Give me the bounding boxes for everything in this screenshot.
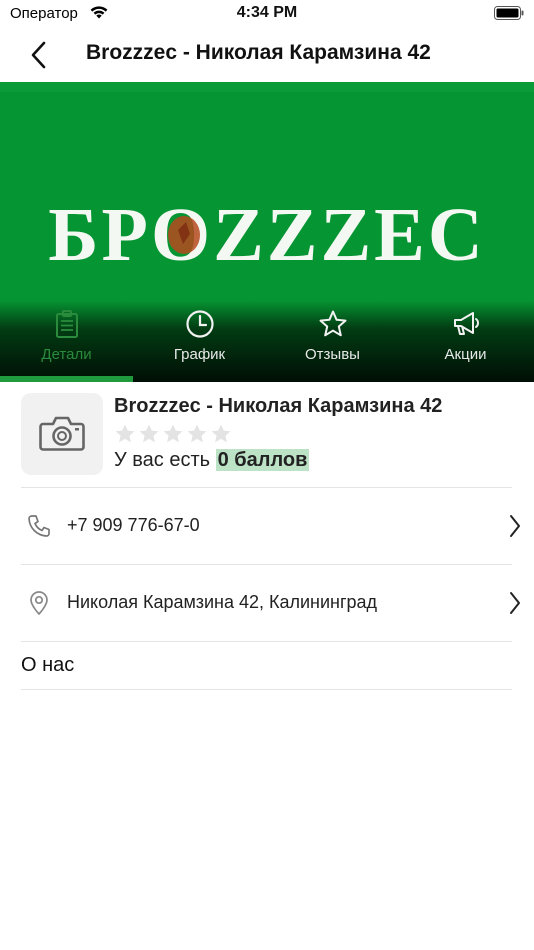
chevron-right-icon (510, 592, 520, 614)
divider (21, 641, 512, 642)
phone-row[interactable]: +7 909 776-67-0 (0, 488, 534, 564)
status-time: 4:34 PM (236, 4, 298, 21)
address-row[interactable]: Николая Карамзина 42, Калининград (0, 565, 534, 641)
list-icon (55, 310, 78, 338)
brand-logo-text: БРOZZZEC (48, 193, 485, 277)
navigation-bar: Brozzzec - Николая Карамзина 42 (0, 28, 534, 82)
divider (21, 689, 512, 690)
clock-icon (185, 310, 214, 338)
status-bar: Оператор 4:34 PM (0, 0, 534, 28)
tab-schedule-label: График (173, 346, 226, 363)
star-icon (319, 310, 346, 337)
company-name: Brozzzec - Николая Карамзина 42 (114, 395, 443, 417)
about-title: О нас (21, 654, 75, 676)
tab-details-label: Детали (41, 346, 92, 363)
rating-star-icon (211, 424, 231, 443)
back-button[interactable] (22, 36, 56, 74)
avatar[interactable] (21, 393, 103, 475)
tab-reviews[interactable]: Отзывы (266, 304, 399, 378)
points-prefix: У вас есть (114, 449, 211, 471)
hero-banner: БРOZZZEC Детали График Отзывы Акции (0, 82, 534, 382)
address-text: Николая Карамзина 42, Калининград (67, 592, 378, 612)
points-value: 0 баллов (215, 449, 310, 471)
points-balance: У вас есть 0 баллов (114, 449, 310, 472)
rating-star-icon (163, 424, 183, 443)
rating-star-icon (139, 424, 159, 443)
tab-reviews-label: Отзывы (305, 346, 360, 363)
battery-icon (494, 6, 524, 20)
rating-star-icon (115, 424, 135, 443)
phone-icon (28, 515, 50, 537)
tab-schedule[interactable]: График (133, 304, 266, 378)
chevron-right-icon (510, 515, 520, 537)
tab-details[interactable]: Детали (0, 304, 133, 378)
rating-stars (114, 423, 234, 445)
megaphone-icon (453, 312, 479, 335)
location-pin-icon (30, 591, 48, 615)
chevron-left-icon (31, 41, 46, 69)
page-title: Brozzzec - Николая Карамзина 42 (86, 41, 431, 64)
phone-number: +7 909 776-67-0 (67, 515, 200, 535)
camera-icon (39, 416, 85, 451)
company-header: Brozzzec - Николая Карамзина 42 У вас ес… (0, 382, 534, 488)
tab-promotions-label: Акции (444, 346, 487, 363)
rating-star-icon (187, 424, 207, 443)
tab-promotions[interactable]: Акции (399, 304, 532, 378)
